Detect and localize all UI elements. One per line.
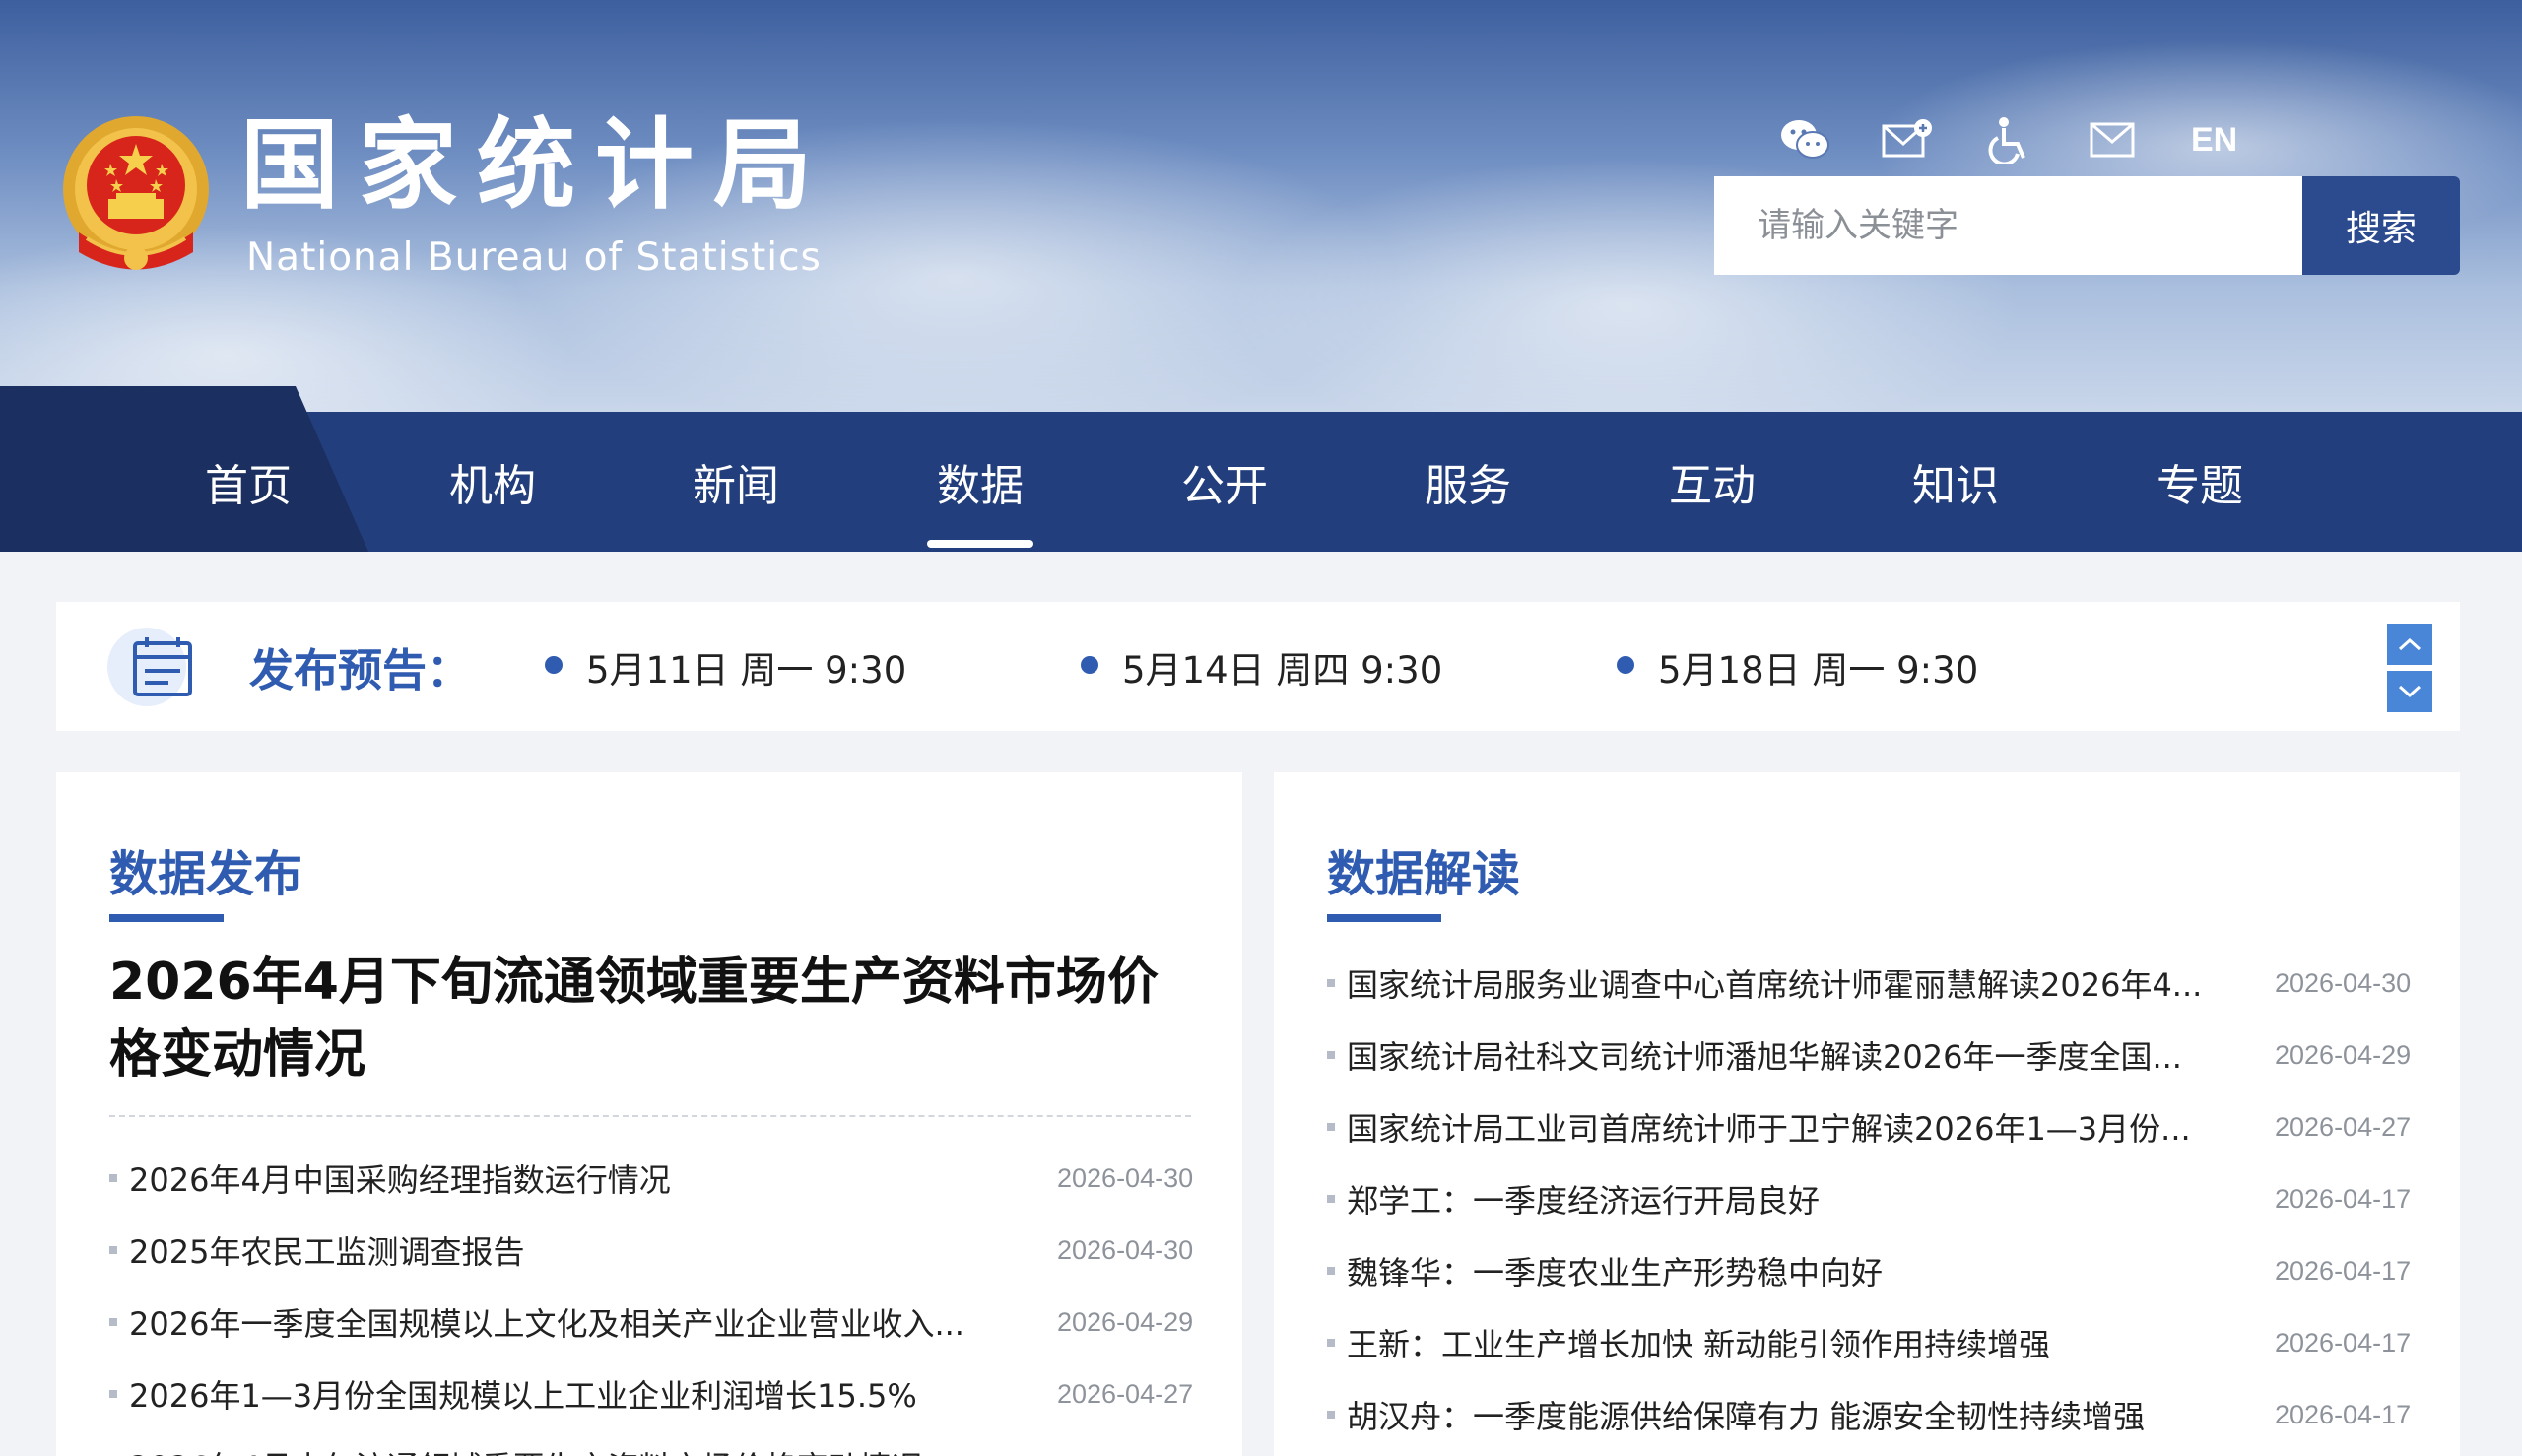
- list-item[interactable]: 2026年一季度全国规模以上文化及相关产业企业营业收入...: [109, 1292, 996, 1352]
- calendar-notice-icon: [107, 628, 192, 706]
- notice-items: 5月11日 周一 9:30 5月14日 周四 9:30 5月18日 周一 9:3…: [490, 602, 2066, 731]
- nav-item-public[interactable]: 公开: [1126, 412, 1323, 552]
- list-item[interactable]: 王新：工业生产增长加快 新动能引领作用持续增强: [1327, 1313, 2214, 1372]
- list-item[interactable]: 国家统计局服务业调查中心首席统计师霍丽慧解读2026年4...: [1327, 954, 2214, 1013]
- data-interpretation-panel: 数据解读 国家统计局服务业调查中心首席统计师霍丽慧解读2026年4... 202…: [1274, 772, 2460, 1456]
- list-item-date: 2026-04-24: [1057, 1436, 1193, 1456]
- nav-active-indicator: [927, 540, 1033, 548]
- notice-label: 发布预告：: [249, 644, 472, 696]
- list-item[interactable]: 2026年4月中国采购经理指数运行情况: [109, 1149, 996, 1208]
- list-item-date: 2026-04-29: [1057, 1306, 1194, 1337]
- nav-item-topics[interactable]: 专题: [2101, 412, 2298, 552]
- bullet: [1327, 1267, 1335, 1275]
- list-item-date: 2026-04-17: [2275, 1255, 2412, 1286]
- nav-item-organization[interactable]: 机构: [394, 412, 591, 552]
- panel-title-underline: [1327, 914, 1441, 922]
- notice-scroll-down-button[interactable]: [2387, 671, 2432, 712]
- nav-item-knowledge[interactable]: 知识: [1857, 412, 2054, 552]
- notice-item[interactable]: 5月18日 周一 9:30: [1617, 602, 1978, 731]
- chevron-up-icon: [2398, 637, 2422, 651]
- list-item[interactable]: 魏锋华：一季度农业生产形势稳中向好: [1327, 1241, 2214, 1300]
- bullet: [1327, 1195, 1335, 1203]
- search-button[interactable]: 搜索: [2302, 176, 2460, 275]
- nav-item-services[interactable]: 服务: [1369, 412, 1566, 552]
- panel-title-underline: [109, 914, 224, 922]
- release-notice: 发布预告： 5月11日 周一 9:30 5月14日 周四 9:30 5月18日 …: [56, 602, 2460, 731]
- list-item-date: 2026-04-30: [1057, 1162, 1194, 1193]
- bullet: [109, 1174, 117, 1182]
- bullet: [109, 1318, 117, 1326]
- list-item[interactable]: 国家统计局社科文司统计师潘旭华解读2026年一季度全国...: [1327, 1026, 2214, 1085]
- bullet: [1327, 1051, 1335, 1059]
- list-item-date: 2026-04-29: [2275, 1039, 2412, 1070]
- divider: [109, 1115, 1191, 1117]
- list-item[interactable]: 国家统计局工业司首席统计师于卫宁解读2026年1—3月份...: [1327, 1097, 2214, 1157]
- bullet: [1327, 1411, 1335, 1419]
- list-item[interactable]: 2026年4月中旬流通领域重要生产资料市场价格变动情况: [109, 1436, 996, 1456]
- notice-scroll-up-button[interactable]: [2387, 624, 2432, 665]
- headline-link[interactable]: 2026年4月下旬流通领域重要生产资料市场价格变动情况: [109, 946, 1193, 1092]
- search-input[interactable]: [1714, 176, 2302, 275]
- list-item[interactable]: 2026年1—3月份全国规模以上工业企业利润增长15.5%: [109, 1364, 996, 1423]
- main-nav: 首页 机构 新闻 数据 公开 服务 互动 知识 专题: [0, 386, 2522, 552]
- bullet-dot: [1081, 655, 1098, 674]
- list-item-date: 2026-04-17: [2275, 1399, 2412, 1429]
- bullet: [109, 1246, 117, 1254]
- wechat-icon[interactable]: [1779, 114, 1830, 165]
- list-item[interactable]: 2025年农民工监测调查报告: [109, 1221, 996, 1280]
- list-item-date: 2026-04-17: [2275, 1327, 2412, 1357]
- panel-title[interactable]: 数据解读: [1327, 835, 1520, 905]
- list-item-date: 2026-04-17: [2275, 1183, 2412, 1214]
- bullet-dot: [545, 655, 563, 674]
- list-item-date: 2026-04-27: [1057, 1378, 1194, 1409]
- bullet: [1327, 1123, 1335, 1131]
- list-item-date: 2026-04-27: [2275, 1111, 2412, 1142]
- list-item-date: 2026-04-30: [1057, 1234, 1194, 1265]
- site-title[interactable]: 国家统计局: [240, 116, 831, 215]
- mail-subscribe-icon[interactable]: [1882, 114, 1933, 165]
- accessibility-icon[interactable]: [1984, 114, 2035, 165]
- mail-icon[interactable]: [2087, 114, 2138, 165]
- bullet: [1327, 1339, 1335, 1347]
- nav-item-news[interactable]: 新闻: [637, 412, 834, 552]
- nav-items: 首页 机构 新闻 数据 公开 服务 互动 知识 专题: [0, 412, 2522, 552]
- list-item[interactable]: 郑学工：一季度经济运行开局良好: [1327, 1169, 2214, 1228]
- panel-title[interactable]: 数据发布: [109, 835, 302, 905]
- nav-item-interaction[interactable]: 互动: [1614, 412, 1811, 552]
- bullet-dot: [1617, 655, 1634, 674]
- notice-item[interactable]: 5月14日 周四 9:30: [1081, 602, 1442, 731]
- national-emblem-icon[interactable]: [57, 114, 215, 282]
- list-item[interactable]: 胡汉舟：一季度能源供给保障有力 能源安全韧性持续增强: [1327, 1385, 2214, 1444]
- notice-item[interactable]: 5月11日 周一 9:30: [545, 602, 906, 731]
- bullet: [1327, 979, 1335, 987]
- header-utility-bar: EN: [1779, 110, 2237, 169]
- nav-item-home[interactable]: 首页: [150, 412, 347, 552]
- nav-item-data[interactable]: 数据: [882, 412, 1079, 552]
- language-switch-en[interactable]: EN: [2191, 121, 2237, 160]
- bullet: [109, 1390, 117, 1398]
- site-subtitle: National Bureau of Statistics: [246, 235, 822, 280]
- site-header: 国家统计局 National Bureau of Statistics EN 请…: [0, 0, 2522, 412]
- list-item-date: 2026-04-30: [2275, 967, 2412, 998]
- data-release-panel: 数据发布 2026年4月下旬流通领域重要生产资料市场价格变动情况 2026年4月…: [56, 772, 1242, 1456]
- chevron-down-icon: [2398, 685, 2422, 698]
